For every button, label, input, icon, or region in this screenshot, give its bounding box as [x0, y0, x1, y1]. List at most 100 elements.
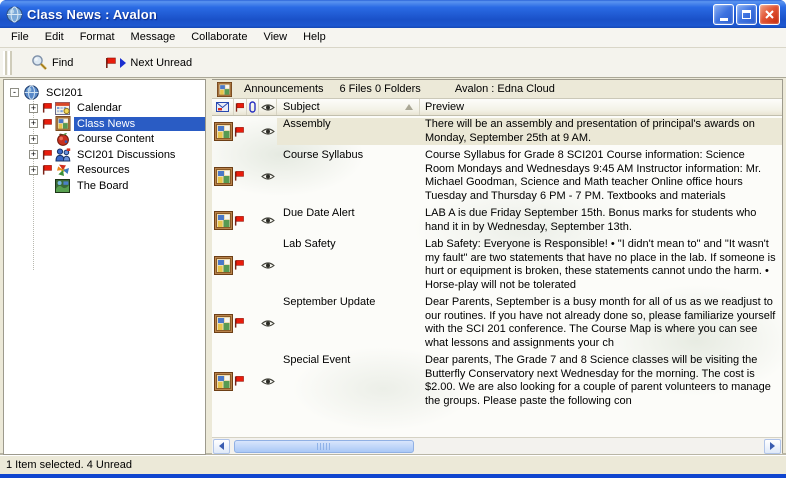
tree-item-sci201-discussions[interactable]: + SCI201 Discussions — [4, 147, 205, 163]
tree-item-resources[interactable]: + Resources — [4, 163, 205, 179]
next-unread-button[interactable]: Next Unread — [100, 54, 197, 72]
scroll-right-button[interactable] — [764, 439, 781, 454]
conference-name: Announcements — [244, 83, 324, 95]
scrollbar-thumb[interactable] — [234, 440, 414, 453]
preview-header-label: Preview — [425, 101, 464, 113]
message-row-special-event[interactable]: Special Event Dear parents, The Grade 7 … — [212, 352, 782, 410]
column-headers: Subject Preview — [212, 99, 782, 116]
next-arrow-icon — [120, 58, 126, 68]
bulletin-icon — [212, 118, 234, 145]
unread-flag-icon — [234, 354, 247, 408]
attachment-spacer — [247, 354, 259, 408]
tree-item-sci201[interactable]: - SCI201 — [4, 85, 205, 101]
column-attachment[interactable] — [247, 99, 259, 115]
status-bar: 1 Item selected. 4 Unread — [0, 455, 786, 474]
horizontal-scrollbar[interactable] — [212, 437, 782, 454]
search-icon — [31, 54, 48, 71]
tree-item-calendar[interactable]: + Calendar — [4, 101, 205, 117]
eye-icon — [259, 296, 277, 350]
tree-item-label: Calendar — [74, 101, 205, 115]
unread-flag-icon — [42, 118, 54, 130]
window-bottom-border — [0, 474, 786, 478]
message-row-due-date-alert[interactable]: Due Date Alert LAB A is due Friday Septe… — [212, 205, 782, 236]
menu-format[interactable]: Format — [72, 29, 123, 46]
message-row-lab-safety[interactable]: Lab Safety Lab Safety: Everyone is Respo… — [212, 236, 782, 294]
message-preview: Dear Parents, September is a busy month … — [420, 296, 782, 350]
menu-bar: File Edit Format Message Collaborate Vie… — [0, 28, 786, 48]
expand-icon[interactable]: + — [29, 150, 38, 159]
announcements-icon — [217, 82, 232, 97]
column-subject[interactable]: Subject — [277, 99, 420, 115]
scroll-left-button[interactable] — [213, 439, 230, 454]
file-folder-counts: 6 Files 0 Folders — [340, 83, 421, 95]
message-preview: There will be an assembly and presentati… — [420, 118, 782, 145]
app-window: Class News : Avalon File Edit Format Mes… — [0, 0, 786, 478]
column-message-type[interactable] — [212, 99, 234, 115]
toolbar: Find Next Unread — [0, 48, 786, 78]
message-preview: LAB A is due Friday September 15th. Bonu… — [420, 207, 782, 234]
message-list: Assembly There will be an assembly and p… — [212, 116, 782, 437]
tree-item-label: SCI201 Discussions — [74, 148, 205, 162]
eye-icon — [259, 149, 277, 203]
message-preview: Lab Safety: Everyone is Responsible! • "… — [420, 238, 782, 292]
account-name: Avalon : Edna Cloud — [455, 83, 555, 95]
bulletin-icon — [212, 238, 234, 292]
attachment-spacer — [247, 149, 259, 203]
tree-item-course-content[interactable]: + Course Content — [4, 132, 205, 148]
column-flag[interactable] — [234, 99, 247, 115]
expand-icon[interactable]: + — [29, 104, 38, 113]
menu-collaborate[interactable]: Collaborate — [183, 29, 255, 46]
close-icon — [764, 9, 775, 20]
maximize-icon — [742, 10, 751, 19]
subject-header-label: Subject — [283, 101, 320, 113]
close-button[interactable] — [759, 4, 780, 25]
bulletin-icon — [212, 354, 234, 408]
menu-help[interactable]: Help — [295, 29, 334, 46]
calendar-icon — [54, 101, 71, 115]
next-unread-label: Next Unread — [130, 57, 192, 69]
tree-item-label: SCI201 — [43, 86, 205, 100]
minimize-button[interactable] — [713, 4, 734, 25]
chevron-right-icon — [770, 442, 775, 450]
menu-message[interactable]: Message — [123, 29, 184, 46]
collapse-icon[interactable]: - — [10, 88, 19, 97]
expand-icon[interactable]: + — [29, 119, 38, 128]
expand-icon[interactable]: + — [29, 135, 38, 144]
paperclip-icon — [249, 101, 256, 113]
menu-file[interactable]: File — [3, 29, 37, 46]
flag-icon — [235, 102, 245, 113]
resources-icon — [54, 163, 71, 177]
unread-flag-icon — [234, 296, 247, 350]
find-button[interactable]: Find — [26, 51, 78, 74]
discussions-icon — [54, 148, 71, 162]
find-label: Find — [52, 57, 73, 69]
tree-item-class-news[interactable]: + Class News — [4, 116, 205, 132]
chevron-left-icon — [219, 442, 224, 450]
column-preview[interactable]: Preview — [420, 99, 782, 115]
bulletin-icon — [212, 207, 234, 234]
maximize-button[interactable] — [736, 4, 757, 25]
menu-edit[interactable]: Edit — [37, 29, 72, 46]
column-read-status[interactable] — [259, 99, 277, 115]
sort-ascending-icon — [405, 104, 413, 110]
bulletin-icon — [212, 149, 234, 203]
title-bar[interactable]: Class News : Avalon — [0, 0, 786, 28]
window-title: Class News : Avalon — [27, 7, 713, 22]
main-area: - SCI201 + Calendar + Cla — [0, 78, 786, 455]
tree-item-label: Class News — [74, 117, 205, 131]
minimize-icon — [720, 18, 728, 21]
message-row-september-update[interactable]: September Update Dear Parents, September… — [212, 294, 782, 352]
tree-item-the-board[interactable]: + The Board — [4, 178, 205, 194]
menu-view[interactable]: View — [255, 29, 295, 46]
toolbar-grip[interactable] — [3, 51, 12, 75]
message-list-panel: Announcements 6 Files 0 Folders Avalon :… — [212, 79, 783, 455]
tree-item-label: Course Content — [74, 132, 205, 146]
news-icon — [54, 116, 71, 131]
conference-info-bar: Announcements 6 Files 0 Folders Avalon :… — [212, 80, 782, 99]
expand-icon[interactable]: + — [29, 166, 38, 175]
message-row-assembly[interactable]: Assembly There will be an assembly and p… — [212, 116, 782, 147]
tree-item-label: The Board — [74, 179, 205, 193]
folder-tree-panel: - SCI201 + Calendar + Cla — [3, 79, 206, 455]
content-icon — [54, 132, 71, 146]
message-row-course-syllabus[interactable]: Course Syllabus Course Syllabus for Grad… — [212, 147, 782, 205]
